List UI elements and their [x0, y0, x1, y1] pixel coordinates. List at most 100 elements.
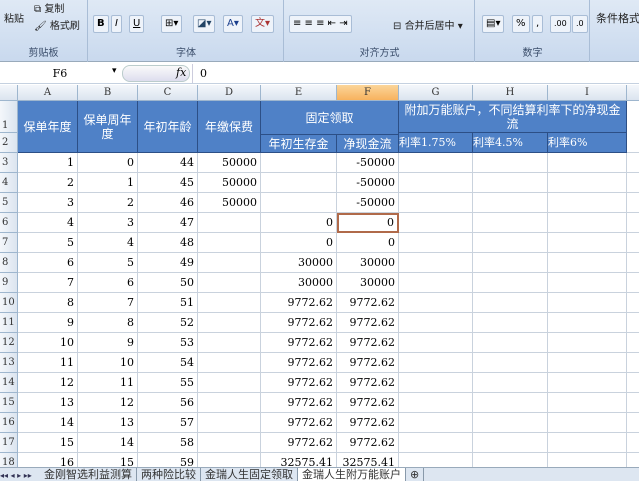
cell-G10[interactable]	[399, 293, 473, 313]
cell-A12[interactable]: 10	[18, 333, 78, 353]
cell-I13[interactable]	[548, 353, 627, 373]
cell-D15[interactable]	[198, 393, 261, 413]
cell-I18[interactable]	[548, 453, 627, 467]
cell-F16[interactable]: 9772.62	[337, 413, 399, 433]
cell-E3[interactable]	[261, 153, 337, 173]
cell-B14[interactable]: 11	[78, 373, 138, 393]
cell-A15[interactable]: 13	[18, 393, 78, 413]
cell-E18[interactable]: 32575.41	[261, 453, 337, 467]
cell-C12[interactable]: 53	[138, 333, 198, 353]
cell-B4[interactable]: 1	[78, 173, 138, 193]
cell-A8[interactable]: 6	[18, 253, 78, 273]
cell-F6[interactable]: 0	[337, 213, 399, 233]
row-header-16[interactable]: 16	[0, 413, 18, 433]
cell-C15[interactable]: 56	[138, 393, 198, 413]
italic-button[interactable]: I	[111, 15, 122, 33]
cell-A3[interactable]: 1	[18, 153, 78, 173]
row-header-8[interactable]: 8	[0, 253, 18, 273]
cell-G7[interactable]	[399, 233, 473, 253]
cell-F4[interactable]: -50000	[337, 173, 399, 193]
row-header-14[interactable]: 14	[0, 373, 18, 393]
row-header-6[interactable]: 6	[0, 213, 18, 233]
cell-I5[interactable]	[548, 193, 627, 213]
sheet-tab[interactable]: 金瑞人生固定领取	[201, 468, 298, 481]
cell-B13[interactable]: 10	[78, 353, 138, 373]
cell-B3[interactable]: 0	[78, 153, 138, 173]
cell-H6[interactable]	[473, 213, 548, 233]
cell-B8[interactable]: 5	[78, 253, 138, 273]
cell-C10[interactable]: 51	[138, 293, 198, 313]
row-header-1[interactable]: 1	[0, 101, 18, 133]
row-header-13[interactable]: 13	[0, 353, 18, 373]
cell-B7[interactable]: 4	[78, 233, 138, 253]
cell-G17[interactable]	[399, 433, 473, 453]
cell-E14[interactable]: 9772.62	[261, 373, 337, 393]
cell-J6[interactable]	[627, 213, 639, 233]
cell-F11[interactable]: 9772.62	[337, 313, 399, 333]
cell-J15[interactable]	[627, 393, 639, 413]
cell-D16[interactable]	[198, 413, 261, 433]
cell-E5[interactable]	[261, 193, 337, 213]
cell-H10[interactable]	[473, 293, 548, 313]
cell-D5[interactable]: 50000	[198, 193, 261, 213]
sheet-tab[interactable]: 金刚智选利益测算	[40, 468, 137, 481]
phonetic-button[interactable]: 文▾	[251, 15, 275, 33]
column-header-F[interactable]: F	[337, 85, 399, 101]
name-box[interactable]: F6	[0, 64, 120, 83]
row-header-4[interactable]: 4	[0, 173, 18, 193]
cell-B5[interactable]: 2	[78, 193, 138, 213]
sheet-tab[interactable]: 两种险比较	[137, 468, 201, 481]
cell-I10[interactable]	[548, 293, 627, 313]
cell-H13[interactable]	[473, 353, 548, 373]
cell-E13[interactable]: 9772.62	[261, 353, 337, 373]
cell-H14[interactable]	[473, 373, 548, 393]
cell-A9[interactable]: 7	[18, 273, 78, 293]
cell-D12[interactable]	[198, 333, 261, 353]
cell-B12[interactable]: 9	[78, 333, 138, 353]
cell-F17[interactable]: 9772.62	[337, 433, 399, 453]
decrease-decimal-button[interactable]: .0	[572, 15, 588, 33]
cell-H5[interactable]	[473, 193, 548, 213]
cell-F10[interactable]: 9772.62	[337, 293, 399, 313]
cell-D13[interactable]	[198, 353, 261, 373]
cell-H18[interactable]	[473, 453, 548, 467]
cell-F8[interactable]: 30000	[337, 253, 399, 273]
cell-H3[interactable]	[473, 153, 548, 173]
insert-sheet-icon[interactable]: ⊕	[406, 468, 425, 481]
cell-A17[interactable]: 15	[18, 433, 78, 453]
column-header-B[interactable]: B	[78, 85, 138, 101]
cell-C16[interactable]: 57	[138, 413, 198, 433]
cell-C4[interactable]: 45	[138, 173, 198, 193]
cell-D14[interactable]	[198, 373, 261, 393]
cell-J12[interactable]	[627, 333, 639, 353]
cell-A16[interactable]: 14	[18, 413, 78, 433]
cell-C5[interactable]: 46	[138, 193, 198, 213]
cell-C3[interactable]: 44	[138, 153, 198, 173]
cell-D7[interactable]	[198, 233, 261, 253]
column-header-G[interactable]: G	[399, 85, 473, 101]
cell-I12[interactable]	[548, 333, 627, 353]
cell-J1[interactable]	[627, 101, 639, 153]
cell-F9[interactable]: 30000	[337, 273, 399, 293]
column-header-E[interactable]: E	[261, 85, 337, 101]
cell-J8[interactable]	[627, 253, 639, 273]
cell-F13[interactable]: 9772.62	[337, 353, 399, 373]
cell-B6[interactable]: 3	[78, 213, 138, 233]
cell-D11[interactable]	[198, 313, 261, 333]
cell-G6[interactable]	[399, 213, 473, 233]
cell-J14[interactable]	[627, 373, 639, 393]
cell-G8[interactable]	[399, 253, 473, 273]
row-header-9[interactable]: 9	[0, 273, 18, 293]
cell-A18[interactable]: 16	[18, 453, 78, 467]
cell-B16[interactable]: 13	[78, 413, 138, 433]
cell-J10[interactable]	[627, 293, 639, 313]
cell-E4[interactable]	[261, 173, 337, 193]
align-buttons[interactable]: ≡ ≡ ≡ ⇤ ⇥	[289, 15, 352, 33]
cell-I14[interactable]	[548, 373, 627, 393]
cell-E17[interactable]: 9772.62	[261, 433, 337, 453]
cell-B9[interactable]: 6	[78, 273, 138, 293]
cell-I8[interactable]	[548, 253, 627, 273]
cell-G13[interactable]	[399, 353, 473, 373]
spreadsheet-grid[interactable]: A B C D E F G H I 1 2 保单年度 保单周年度 年初年龄 年缴保费 固定领取 年初生存金 净现金…	[0, 85, 639, 467]
comma-button[interactable]: ,	[532, 15, 544, 33]
